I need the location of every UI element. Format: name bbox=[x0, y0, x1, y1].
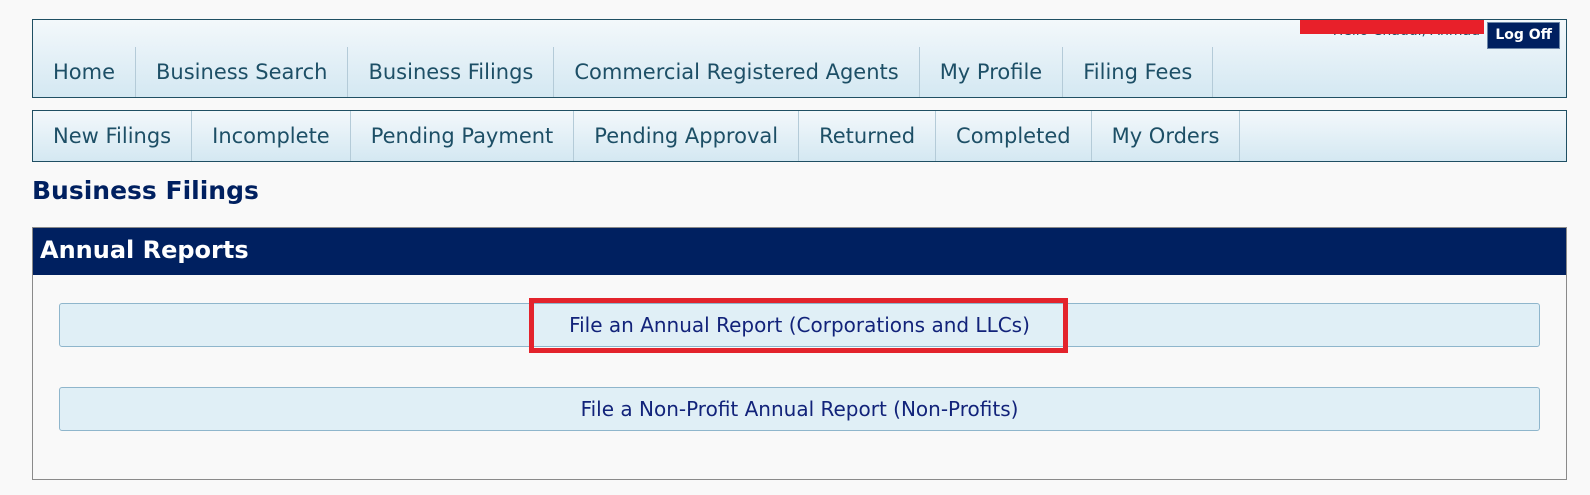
main-nav-items: Home Business Search Business Filings Co… bbox=[33, 47, 1214, 97]
tab-completed[interactable]: Completed bbox=[936, 111, 1092, 161]
main-navigation: Hello Chaudi, Ahmad Log Off Home Busines… bbox=[32, 19, 1567, 98]
tab-returned[interactable]: Returned bbox=[799, 111, 937, 161]
nav-my-profile[interactable]: My Profile bbox=[920, 47, 1064, 97]
nav-home[interactable]: Home bbox=[33, 47, 137, 97]
nav-business-filings[interactable]: Business Filings bbox=[348, 47, 555, 97]
log-off-button[interactable]: Log Off bbox=[1487, 22, 1560, 49]
file-nonprofit-annual-report-button[interactable]: File a Non-Profit Annual Report (Non-Pro… bbox=[59, 387, 1540, 431]
page-title: Business Filings bbox=[32, 176, 259, 205]
tab-pending-approval[interactable]: Pending Approval bbox=[574, 111, 800, 161]
tab-my-orders[interactable]: My Orders bbox=[1092, 111, 1241, 161]
tab-pending-payment[interactable]: Pending Payment bbox=[351, 111, 575, 161]
filings-sub-navigation: New Filings Incomplete Pending Payment P… bbox=[32, 110, 1567, 162]
greeting-redaction bbox=[1300, 20, 1484, 34]
nav-commercial-registered-agents[interactable]: Commercial Registered Agents bbox=[554, 47, 920, 97]
tab-incomplete[interactable]: Incomplete bbox=[192, 111, 351, 161]
annual-reports-panel: Annual Reports File an Annual Report (Co… bbox=[32, 227, 1567, 480]
nav-business-search[interactable]: Business Search bbox=[136, 47, 349, 97]
tab-new-filings[interactable]: New Filings bbox=[33, 111, 193, 161]
annual-reports-heading: Annual Reports bbox=[33, 228, 1566, 275]
sub-nav-items: New Filings Incomplete Pending Payment P… bbox=[33, 111, 1241, 161]
nav-filing-fees[interactable]: Filing Fees bbox=[1063, 47, 1214, 97]
file-annual-report-button[interactable]: File an Annual Report (Corporations and … bbox=[59, 303, 1540, 347]
